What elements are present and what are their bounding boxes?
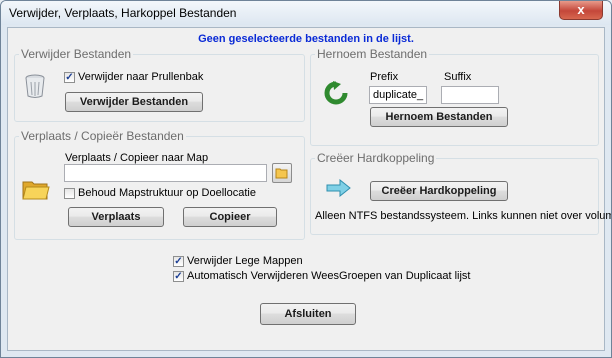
delete-files-button[interactable]: Verwijder Bestanden xyxy=(65,92,203,112)
remove-empty-folders-label: Verwijder Lege Mappen xyxy=(187,255,303,267)
hardlink-group: Creëer Hardkoppeling Creëer Hardkoppelin… xyxy=(310,151,611,235)
recycle-label: Verwijder naar Prullenbak xyxy=(78,71,204,83)
close-button[interactable]: Afsluiten xyxy=(260,303,356,325)
move-copy-group: Verplaats / Copieër Bestanden Verplaats … xyxy=(14,129,305,240)
create-hardlink-button[interactable]: Creëer Hardkoppeling xyxy=(370,181,508,201)
prefix-label: Prefix xyxy=(370,71,399,83)
rename-files-group: Hernoem Bestanden Prefix Suffix duplicat… xyxy=(310,47,599,146)
move-copy-group-legend: Verplaats / Copieër Bestanden xyxy=(19,129,186,143)
suffix-label: Suffix xyxy=(444,71,472,83)
delete-group-legend: Verwijder Bestanden xyxy=(19,47,134,61)
copy-button[interactable]: Copieer xyxy=(183,207,277,227)
remove-empty-folders-checkbox[interactable]: ✓ xyxy=(173,256,184,267)
window-title: Verwijder, Verplaats, Harkoppel Bestande… xyxy=(9,6,237,20)
suffix-input[interactable] xyxy=(441,86,499,104)
status-message: Geen geselecteerde bestanden in de lijst… xyxy=(198,33,414,45)
hardlink-note: Alleen NTFS bestandssysteem. Links kunne… xyxy=(315,210,612,222)
dialog-content: Geen geselecteerde bestanden in de lijst… xyxy=(7,27,611,351)
trash-bin-icon xyxy=(25,74,45,98)
keep-structure-label: Behoud Mapstruktuur op Doellocatie xyxy=(78,187,256,199)
rename-arrow-icon xyxy=(324,81,348,105)
auto-remove-orphans-checkbox[interactable]: ✓ xyxy=(173,271,184,282)
auto-remove-orphans-label: Automatisch Verwijderen WeesGroepen van … xyxy=(187,270,471,282)
keep-structure-checkbox[interactable] xyxy=(64,188,75,199)
hardlink-group-legend: Creëer Hardkoppeling xyxy=(315,151,437,165)
target-folder-input[interactable] xyxy=(64,164,267,182)
delete-files-group: Verwijder Bestanden ✓ Verwijder naar Pru… xyxy=(14,47,305,122)
target-folder-label: Verplaats / Copieer naar Map xyxy=(65,152,209,164)
move-button[interactable]: Verplaats xyxy=(68,207,164,227)
recycle-checkbox[interactable]: ✓ xyxy=(64,72,75,83)
rename-files-button[interactable]: Hernoem Bestanden xyxy=(370,107,508,127)
link-arrow-icon xyxy=(326,179,351,197)
dialog-window: Verwijder, Verplaats, Harkoppel Bestande… xyxy=(0,0,612,358)
folder-icon xyxy=(22,181,50,200)
title-bar[interactable]: Verwijder, Verplaats, Harkoppel Bestande… xyxy=(1,1,611,25)
browse-folder-button[interactable] xyxy=(272,163,292,183)
rename-group-legend: Hernoem Bestanden xyxy=(315,47,430,61)
prefix-input[interactable]: duplicate_ xyxy=(369,86,427,104)
browse-folder-icon xyxy=(275,168,288,179)
close-window-button[interactable]: x xyxy=(559,1,603,20)
